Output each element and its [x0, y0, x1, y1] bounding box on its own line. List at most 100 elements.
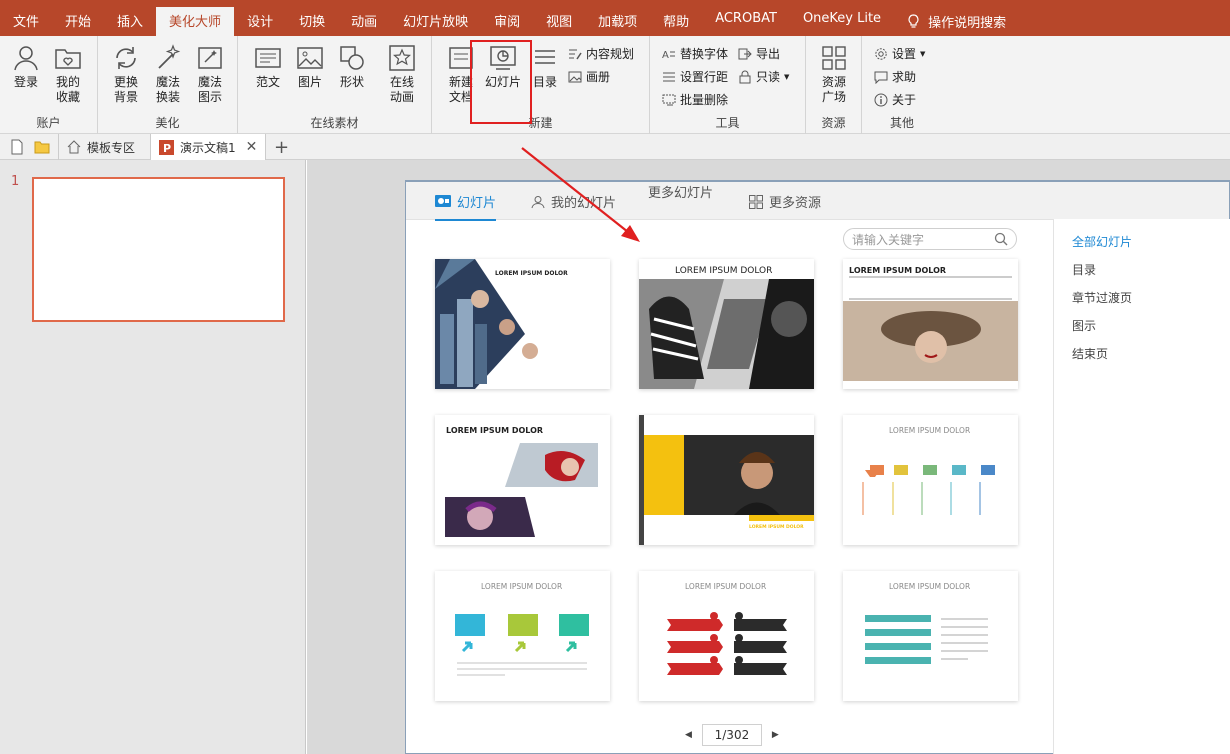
sample-label: 范文: [255, 75, 280, 89]
anim-label-2: 动画: [389, 90, 414, 104]
menu-file[interactable]: 文件: [0, 7, 52, 36]
search-input[interactable]: 请输入关键字: [843, 228, 1017, 250]
menu-view[interactable]: 视图: [533, 7, 585, 36]
menu-insert[interactable]: 插入: [104, 7, 156, 36]
change-background-button[interactable]: 更换 背景: [108, 44, 144, 105]
my-favorites-button[interactable]: 我的 收藏: [50, 44, 86, 105]
more-slides-label[interactable]: 更多幻灯片: [648, 182, 713, 201]
template-zone-label: 模板专区: [87, 140, 136, 155]
template-card[interactable]: LOREM IPSUM DOLOR: [435, 259, 610, 389]
card-title: LOREM IPSUM DOLOR: [495, 270, 568, 277]
readonly-label: 只读: [756, 70, 781, 84]
tab-more-label: 更多资源: [769, 196, 822, 211]
template-card[interactable]: LOREM IPSUM DOLOR: [843, 259, 1018, 389]
menu-help[interactable]: 帮助: [650, 7, 702, 36]
about-button[interactable]: 关于: [874, 91, 916, 108]
card-title: LOREM IPSUM DOLOR: [849, 266, 947, 275]
settings-dropdown[interactable]: 设置 ▼: [874, 45, 925, 62]
new-file-icon: [11, 139, 23, 155]
group-online-label: 在线素材: [310, 116, 359, 130]
menu-design[interactable]: 设计: [234, 7, 286, 36]
magic-diagram-button[interactable]: 魔法 图示: [192, 44, 228, 105]
group-new: 新建 文档 幻灯片 目录 内容规划 画册 新建: [432, 36, 650, 134]
readonly-dropdown[interactable]: 只读 ▼: [738, 68, 789, 85]
menu-acrobat[interactable]: ACROBAT: [702, 7, 790, 36]
shape-button[interactable]: 形状: [334, 44, 370, 90]
line-spacing-button[interactable]: 设置行距: [662, 68, 728, 85]
tab-template-zone[interactable]: 模板专区: [58, 134, 143, 160]
template-card[interactable]: LOREM IPSUM DOLOR: [639, 259, 814, 389]
category-diagram[interactable]: 图示: [1072, 317, 1096, 334]
online-animation-button[interactable]: 在线 动画: [384, 44, 420, 105]
menu-onekey-lite[interactable]: OneKey Lite: [790, 7, 894, 36]
category-section-transition[interactable]: 章节过渡页: [1072, 289, 1132, 306]
grid-icon: [822, 46, 846, 70]
search-icon[interactable]: [994, 232, 1008, 246]
album-button[interactable]: 画册: [568, 68, 610, 85]
font-replace-icon: A: [662, 50, 675, 61]
lightbulb-icon: [908, 14, 919, 28]
template-card[interactable]: LOREM IPSUM DOLOR: [843, 415, 1018, 545]
slide-thumbnail-pane: 1: [0, 160, 306, 754]
export-button[interactable]: 导出: [738, 45, 780, 62]
tab-my-slides[interactable]: 我的幻灯片: [531, 192, 616, 211]
template-card[interactable]: LOREM IPSUM DOLOR: [435, 571, 610, 701]
chevron-down-icon: ▼: [784, 72, 790, 81]
menu-transitions[interactable]: 切换: [286, 7, 338, 36]
template-preview-image: [843, 276, 1018, 381]
toc-button[interactable]: 目录: [528, 44, 562, 90]
toc-label: 目录: [532, 75, 557, 89]
menu-beautify-master[interactable]: 美化大师: [156, 7, 235, 36]
card-title: LOREM IPSUM DOLOR: [481, 582, 563, 591]
category-toc[interactable]: 目录: [1072, 261, 1096, 278]
batch-delete-button[interactable]: 批量删除: [662, 91, 728, 108]
image-button[interactable]: 图片: [292, 44, 328, 90]
tab-document[interactable]: P 演示文稿1 ✕: [150, 134, 267, 160]
open-folder-button[interactable]: [26, 134, 58, 160]
folder-icon: [34, 141, 50, 154]
page-indicator[interactable]: 1/302: [701, 724, 762, 746]
powerpoint-icon: P: [159, 139, 174, 155]
template-card[interactable]: LOREM IPSUM DOLOR: [639, 571, 814, 701]
category-all-slides[interactable]: 全部幻灯片: [1072, 233, 1132, 250]
magic-outfit-button[interactable]: 魔法 换装: [150, 44, 186, 105]
slide-icon: [435, 194, 451, 207]
template-card[interactable]: LOREM IPSUM DOLOR: [435, 415, 610, 545]
star-animation-icon: [389, 45, 415, 71]
tell-me-search[interactable]: 操作说明搜索: [894, 7, 1019, 36]
tab-more-resources[interactable]: 更多资源: [749, 192, 821, 211]
menu-slideshow[interactable]: 幻灯片放映: [390, 7, 481, 36]
edit-list-icon: [569, 49, 582, 59]
refresh-icon: [116, 47, 136, 69]
help-request-button[interactable]: 求助: [874, 68, 916, 85]
menu-review[interactable]: 审阅: [481, 7, 533, 36]
next-page-icon[interactable]: ▶: [772, 730, 779, 740]
card-title: LOREM IPSUM DOLOR: [685, 582, 767, 591]
prev-page-icon[interactable]: ◀: [685, 730, 692, 740]
replace-font-button[interactable]: A 替换字体: [662, 45, 728, 62]
menu-animations[interactable]: 动画: [338, 7, 390, 36]
close-icon[interactable]: ✕: [246, 139, 258, 155]
ribbon: 登录 我的 收藏 账户 更换 背景 魔法 换装 魔法 图示 美化 范文 图片 形…: [0, 36, 1230, 134]
svg-text:P: P: [163, 142, 171, 155]
login-button[interactable]: 登录: [6, 44, 46, 90]
menu-home[interactable]: 开始: [52, 7, 104, 36]
magic-diagram-icon: [198, 47, 222, 69]
template-card[interactable]: LOREM IPSUM DOLOR: [843, 571, 1018, 701]
content-planning-button[interactable]: 内容规划: [568, 45, 634, 62]
home-icon: [67, 140, 81, 154]
menu-addins[interactable]: 加载项: [585, 7, 650, 36]
outfit-label-1: 魔法: [155, 75, 180, 89]
tab-slides[interactable]: 幻灯片: [435, 192, 497, 221]
template-card[interactable]: LOREM IPSUM DOLOR: [639, 415, 814, 545]
category-ending[interactable]: 结束页: [1072, 345, 1108, 362]
add-tab-button[interactable]: +: [266, 134, 297, 160]
album-icon: [568, 71, 582, 82]
menu-bar: 文件 开始 插入 美化大师 设计 切换 动画 幻灯片放映 审阅 视图 加载项 帮…: [0, 0, 1230, 36]
sample-text-button[interactable]: 范文: [250, 44, 286, 90]
document-layout-icon: [255, 48, 281, 68]
resource-plaza-button[interactable]: 资源 广场: [816, 44, 852, 105]
group-resource: 资源 广场 资源: [806, 36, 862, 134]
magic-wand-icon: [158, 44, 181, 69]
slide-thumbnail[interactable]: [32, 177, 285, 322]
